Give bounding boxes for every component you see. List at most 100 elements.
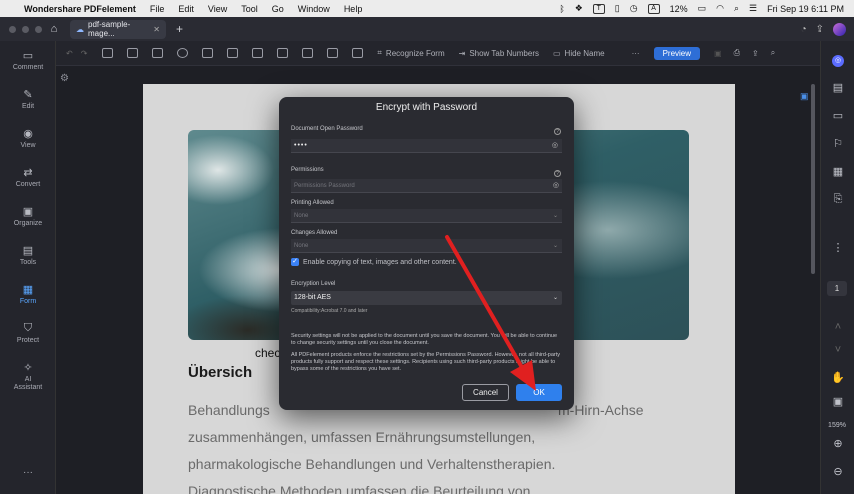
window-controls — [0, 25, 44, 33]
combo-box-icon[interactable] — [202, 48, 214, 58]
checkbox-icon[interactable] — [152, 48, 164, 58]
encryption-level-label: Encryption Level — [291, 281, 336, 287]
list-box-icon[interactable] — [227, 48, 239, 58]
vertical-scrollbar[interactable] — [811, 84, 815, 274]
text-field-icon[interactable] — [102, 48, 114, 58]
hide-name-button[interactable]: ▭ Hide Name — [553, 49, 605, 58]
print-icon[interactable]: ⎙ — [734, 48, 740, 58]
changes-allowed-select[interactable]: None ⌄ — [291, 239, 562, 253]
enable-copying-checkbox[interactable]: ✓ Enable copying of text, images and oth… — [291, 258, 457, 266]
fit-page-icon[interactable]: ▣ — [821, 395, 854, 408]
minimize-window-button[interactable] — [22, 25, 29, 33]
zoom-out-icon[interactable]: ⊖ — [821, 465, 854, 478]
sidebar-item-edit[interactable]: ✎ Edit — [0, 88, 56, 110]
sidebar-item-form[interactable]: ▦ Form — [0, 283, 56, 305]
permissions-password-input[interactable]: Permissions Password ◎ — [291, 179, 562, 193]
paragraph-line: Diagnostische Methoden umfassen die Beur… — [188, 483, 531, 494]
more-options-icon[interactable]: ··· — [632, 49, 640, 58]
zoom-in-icon[interactable]: ⊕ — [821, 437, 854, 450]
comment-panel-icon[interactable]: ▭ — [821, 109, 854, 122]
new-tab-button[interactable]: + — [176, 22, 183, 36]
avatar[interactable] — [833, 22, 846, 36]
redo-icon[interactable]: ↷ — [81, 49, 88, 58]
bluetooth-icon[interactable]: ᛒ — [559, 4, 564, 14]
clipboard-icon[interactable]: ▯ — [615, 3, 620, 14]
sidebar-item-convert[interactable]: ⇄ Convert — [0, 166, 56, 188]
settings-sliders-icon[interactable]: ⚙ — [60, 73, 69, 84]
enable-copying-label: Enable copying of text, images and other… — [303, 258, 457, 266]
search-icon[interactable]: ⌕ — [734, 3, 739, 14]
control-center-icon[interactable]: ☰ — [749, 3, 757, 14]
menu-file[interactable]: File — [150, 4, 165, 14]
more-panel-icon[interactable]: ⋮ — [821, 241, 854, 254]
eye-slash-icon[interactable]: ◎ — [552, 139, 559, 153]
sidebar-item-tools[interactable]: ▤ Tools — [0, 244, 56, 266]
dropbox-icon[interactable]: ❖ — [575, 3, 583, 14]
zoom-window-button[interactable] — [35, 25, 42, 33]
undo-icon[interactable]: ↶ — [66, 49, 73, 58]
attachment-icon[interactable]: ⎘ — [821, 193, 854, 206]
align-icon[interactable] — [352, 48, 364, 58]
document-tab[interactable]: ☁ pdf-sample-mage... ✕ — [70, 19, 166, 39]
save-icon[interactable]: ▣ — [714, 49, 722, 58]
sidebar-item-ai-assistant[interactable]: ✧ AI Assistant — [0, 361, 56, 392]
sidebar-item-protect[interactable]: ⛉ Protect — [0, 322, 56, 344]
recognize-form-button[interactable]: ⌗ Recognize Form — [377, 48, 444, 58]
button-field-icon[interactable] — [252, 48, 264, 58]
page-up-icon[interactable]: ˄ — [821, 321, 854, 333]
image-field-icon[interactable] — [277, 48, 289, 58]
printing-allowed-select[interactable]: None ⌄ — [291, 209, 562, 223]
page-down-icon[interactable]: ˅ — [821, 344, 854, 356]
text-box-icon[interactable] — [127, 48, 139, 58]
show-tab-numbers-button[interactable]: ⇥ Show Tab Numbers — [459, 49, 539, 58]
share-icon[interactable]: ⇪ — [752, 49, 759, 58]
a-app-icon[interactable]: A — [647, 3, 660, 14]
more-icon[interactable]: ··· — [0, 467, 56, 478]
upload-icon[interactable]: ⇪ — [816, 24, 824, 35]
menu-view[interactable]: View — [208, 4, 227, 14]
page-number-box[interactable]: 1 — [827, 281, 847, 296]
t-app-icon[interactable]: T — [592, 3, 605, 14]
cancel-button[interactable]: Cancel — [462, 384, 509, 401]
help-icon[interactable]: ? — [554, 170, 561, 177]
zoom-level[interactable]: 159% — [820, 422, 854, 429]
menu-window[interactable]: Window — [298, 4, 330, 14]
sidebar-item-comment[interactable]: ▭ Comment — [0, 49, 56, 71]
home-icon[interactable]: ⌂ — [44, 23, 64, 35]
menu-app-name[interactable]: Wondershare PDFelement — [24, 4, 136, 14]
preview-button[interactable]: Preview — [653, 46, 701, 60]
thumbnail-icon[interactable]: ▦ — [821, 165, 854, 178]
battery-percent[interactable]: 12% — [670, 4, 688, 14]
menu-go[interactable]: Go — [272, 4, 284, 14]
translate-icon[interactable]: ▣ — [800, 91, 809, 102]
sidebar-item-label: Edit — [21, 103, 35, 110]
bookmark-icon[interactable]: ⚐ — [821, 137, 854, 150]
close-tab-icon[interactable]: ✕ — [153, 25, 160, 34]
show-tab-numbers-label: Show Tab Numbers — [469, 48, 539, 58]
eye-slash-icon[interactable]: ◎ — [553, 179, 559, 193]
hand-tool-icon[interactable]: ✋ — [821, 371, 854, 384]
page-paragraph: Behandlungs m-Hirn-Achse zusammenhängen,… — [188, 397, 708, 494]
datetime[interactable]: Fri Sep 19 6:11 PM — [767, 4, 844, 14]
wifi-icon[interactable]: ◠ — [716, 3, 724, 14]
battery-icon: ▭ — [697, 3, 707, 13]
menu-edit[interactable]: Edit — [178, 4, 194, 14]
pages-icon[interactable]: ▤ — [821, 81, 854, 94]
sidebar-item-view[interactable]: ◉ View — [0, 127, 56, 149]
time-machine-icon[interactable]: ◷ — [630, 3, 638, 14]
chevron-down-icon: ⌄ — [552, 243, 558, 249]
ok-button[interactable]: OK — [516, 384, 562, 401]
open-password-input[interactable]: •••• ◎ — [291, 139, 562, 153]
close-window-button[interactable] — [9, 25, 16, 33]
notification-icon[interactable]: ◔ — [801, 24, 807, 35]
ai-icon[interactable]: ◎ — [821, 53, 854, 67]
help-icon[interactable]: ? — [554, 128, 561, 135]
menu-help[interactable]: Help — [344, 4, 363, 14]
date-field-icon[interactable] — [302, 48, 314, 58]
search-icon[interactable]: ⌕ — [771, 48, 775, 58]
encryption-level-select[interactable]: 128-bit AES ⌄ — [291, 291, 562, 305]
signature-field-icon[interactable] — [327, 48, 339, 58]
sidebar-item-organize[interactable]: ▣ Organize — [0, 205, 56, 227]
radio-button-icon[interactable] — [177, 48, 189, 58]
menu-tool[interactable]: Tool — [241, 4, 258, 14]
